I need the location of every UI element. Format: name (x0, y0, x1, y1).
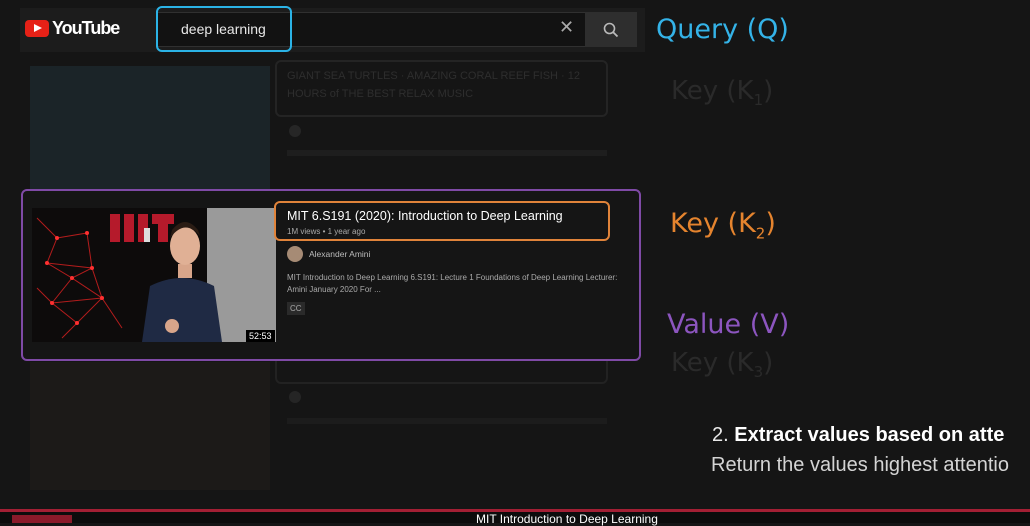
video-duration: 52:53 (246, 330, 275, 342)
value-label: Value (V) (667, 309, 790, 340)
key3-label: Key (K3) (671, 348, 774, 382)
video-description: MIT Introduction to Deep Learning 6.S191… (287, 273, 618, 294)
query-label: Query (Q) (656, 14, 789, 45)
step-description: Return the values highest attentio (711, 454, 1009, 476)
result-desc-3 (287, 418, 607, 424)
key2-label: Key (K2) (670, 208, 776, 243)
channel-name[interactable]: Alexander Amini (309, 249, 370, 259)
channel-avatar[interactable] (287, 246, 303, 262)
result-desc-turtle (287, 150, 607, 156)
video-title[interactable]: MIT 6.S191 (2020): Introduction to Deep … (287, 209, 563, 223)
clear-search-icon[interactable]: ✕ (559, 17, 574, 38)
cc-badge: CC (287, 302, 305, 315)
step-heading: 2. Extract values based on atte (712, 424, 1005, 446)
search-button[interactable] (585, 12, 637, 47)
youtube-logo[interactable]: YouTube (25, 18, 120, 39)
lecture-thumbnail-image (32, 208, 276, 342)
result-thumbnail-mit[interactable] (32, 208, 276, 342)
result-avatar-3 (289, 391, 301, 403)
key1-label: Key (K1) (671, 76, 774, 110)
result-thumbnail-turtle[interactable] (30, 66, 270, 194)
video-meta: 1M views • 1 year ago (287, 227, 366, 236)
footer-title: MIT Introduction to Deep Learning (476, 512, 658, 526)
query-highlight-box (156, 6, 292, 52)
result-title-turtle: GIANT SEA TURTLES · AMAZING CORAL REEF F… (287, 70, 580, 82)
youtube-logo-text: YouTube (52, 18, 120, 38)
result-thumbnail-3[interactable] (30, 362, 270, 490)
result-avatar-turtle (289, 125, 301, 137)
youtube-play-icon (25, 20, 49, 37)
search-icon (603, 22, 619, 37)
mit-footer-logo (12, 515, 72, 523)
result-title-turtle-line2: HOURS of THE BEST RELAX MUSIC (287, 88, 474, 100)
